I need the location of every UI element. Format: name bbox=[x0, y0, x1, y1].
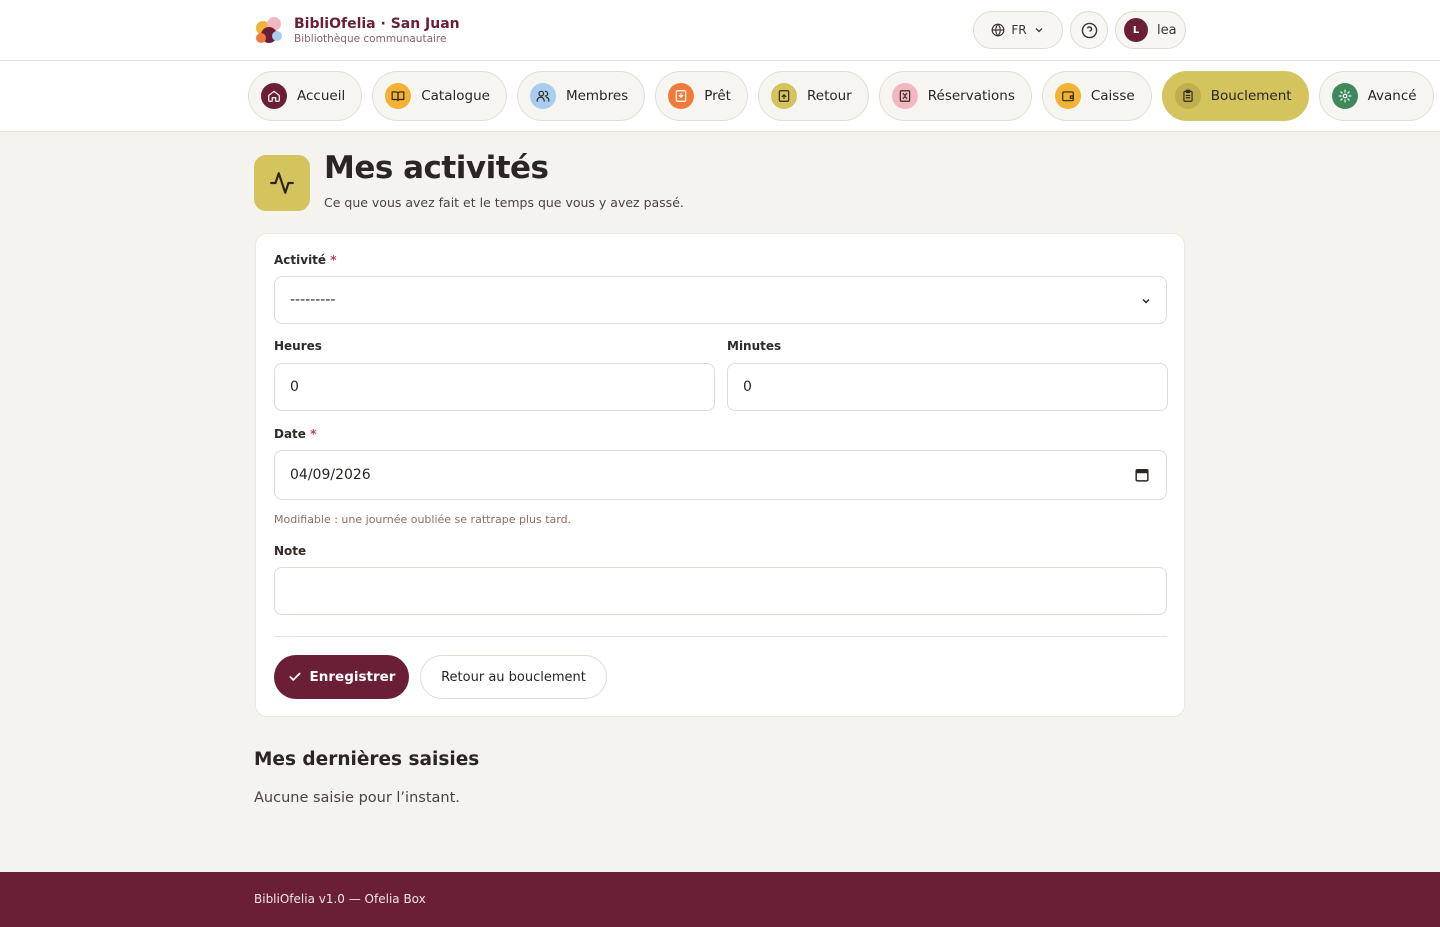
tab-label: Catalogue bbox=[421, 88, 490, 104]
chevron-down-icon bbox=[1035, 28, 1043, 33]
activity-label-text: Activité bbox=[274, 253, 327, 267]
gear-icon bbox=[1331, 83, 1358, 109]
minutes-field[interactable]: 0 bbox=[727, 363, 1168, 411]
divider bbox=[274, 636, 1167, 637]
brand-text: BibliOfelia · San Juan Bibliothèque comm… bbox=[294, 15, 460, 46]
note-field[interactable] bbox=[274, 567, 1167, 615]
tab-caisse[interactable]: Caisse bbox=[1041, 71, 1152, 121]
tab-label: Avancé bbox=[1367, 88, 1417, 104]
help-button[interactable] bbox=[1070, 11, 1108, 49]
minutes-label: Minutes bbox=[727, 339, 782, 353]
tab-avance[interactable]: Avancé bbox=[1318, 71, 1434, 121]
clipboard-icon bbox=[1174, 83, 1201, 109]
chevron-down-icon bbox=[1142, 298, 1150, 304]
recent-entries-empty: Aucune saisie pour l’instant. bbox=[254, 790, 460, 806]
tab-label: Retour bbox=[806, 88, 852, 104]
avatar: L bbox=[1124, 18, 1148, 42]
return-icon bbox=[770, 83, 797, 109]
save-button-label: Enregistrer bbox=[309, 669, 396, 685]
tab-label: Accueil bbox=[297, 88, 346, 104]
users-icon bbox=[529, 83, 556, 109]
book-icon bbox=[385, 83, 412, 109]
language-label: FR bbox=[1011, 23, 1027, 37]
nav-tabs: Accueil Catalogue Membres Prêt Retour Réserva… bbox=[248, 71, 1434, 121]
tab-membres[interactable]: Membres bbox=[516, 71, 646, 121]
main-nav: Accueil Catalogue Membres Prêt Retour Réserva… bbox=[0, 61, 1440, 132]
hours-value: 0 bbox=[290, 379, 299, 395]
date-field[interactable]: 04/09/2026 bbox=[274, 450, 1167, 500]
top-actions: FR L lea bbox=[973, 11, 1186, 49]
tab-label: Réservations bbox=[927, 88, 1015, 104]
language-selector[interactable]: FR bbox=[973, 11, 1063, 49]
activity-pulse-icon bbox=[254, 155, 310, 211]
footer: BibliOfelia v1.0 — Ofelia Box bbox=[0, 872, 1440, 927]
activity-select[interactable]: --------- bbox=[274, 276, 1167, 324]
date-label-text: Date bbox=[274, 427, 306, 441]
recent-entries-title: Mes dernières saisies bbox=[254, 749, 480, 770]
hours-field[interactable]: 0 bbox=[274, 363, 715, 411]
date-value: 04/09/2026 bbox=[290, 467, 371, 483]
top-bar: BibliOfelia · San Juan Bibliothèque comm… bbox=[0, 0, 1440, 61]
page-title: Mes activités bbox=[324, 150, 549, 186]
user-menu-button[interactable]: L lea bbox=[1115, 11, 1186, 49]
check-icon bbox=[289, 672, 301, 681]
hours-label: Heures bbox=[274, 339, 322, 353]
activity-form: Activité * --------- Heures 0 Minutes 0 … bbox=[255, 233, 1185, 717]
help-icon bbox=[1081, 22, 1097, 38]
back-button-label: Retour au bouclement bbox=[441, 669, 586, 685]
date-hint: Modifiable : une journée oubliée se ratt… bbox=[274, 513, 572, 526]
bookmark-icon bbox=[891, 83, 918, 109]
footer-text: BibliOfelia v1.0 — Ofelia Box bbox=[254, 892, 426, 906]
tab-bouclement[interactable]: Bouclement bbox=[1161, 71, 1309, 121]
globe-icon bbox=[991, 23, 1005, 37]
wallet-icon bbox=[1054, 83, 1081, 109]
home-icon bbox=[261, 83, 287, 109]
calendar-icon[interactable] bbox=[1135, 468, 1149, 482]
note-label: Note bbox=[274, 544, 307, 558]
activity-label: Activité * bbox=[274, 253, 337, 267]
page-subtitle: Ce que vous avez fait et le temps que vo… bbox=[324, 195, 684, 210]
tab-label: Membres bbox=[565, 88, 629, 104]
activity-select-value: --------- bbox=[290, 292, 336, 308]
user-name: lea bbox=[1157, 22, 1177, 38]
tab-accueil[interactable]: Accueil bbox=[248, 71, 363, 121]
tab-label: Bouclement bbox=[1210, 88, 1292, 104]
tab-label: Prêt bbox=[704, 88, 731, 104]
required-marker: * bbox=[330, 253, 337, 267]
tab-catalogue[interactable]: Catalogue bbox=[372, 71, 507, 121]
tab-label: Caisse bbox=[1090, 88, 1135, 104]
brand-title: BibliOfelia · San Juan bbox=[294, 15, 460, 32]
date-label: Date * bbox=[274, 427, 316, 441]
loan-icon bbox=[668, 83, 695, 109]
back-to-closing-button[interactable]: Retour au bouclement bbox=[420, 655, 607, 699]
brand-logo-icon bbox=[256, 17, 282, 43]
brand-subtitle: Bibliothèque communautaire bbox=[294, 32, 447, 45]
tab-reservations[interactable]: Réservations bbox=[878, 71, 1032, 121]
save-button[interactable]: Enregistrer bbox=[274, 655, 409, 699]
tab-retour[interactable]: Retour bbox=[757, 71, 869, 121]
brand[interactable]: BibliOfelia · San Juan Bibliothèque comm… bbox=[254, 14, 460, 46]
required-marker: * bbox=[310, 427, 317, 441]
tab-pret[interactable]: Prêt bbox=[655, 71, 748, 121]
minutes-value: 0 bbox=[743, 379, 752, 395]
